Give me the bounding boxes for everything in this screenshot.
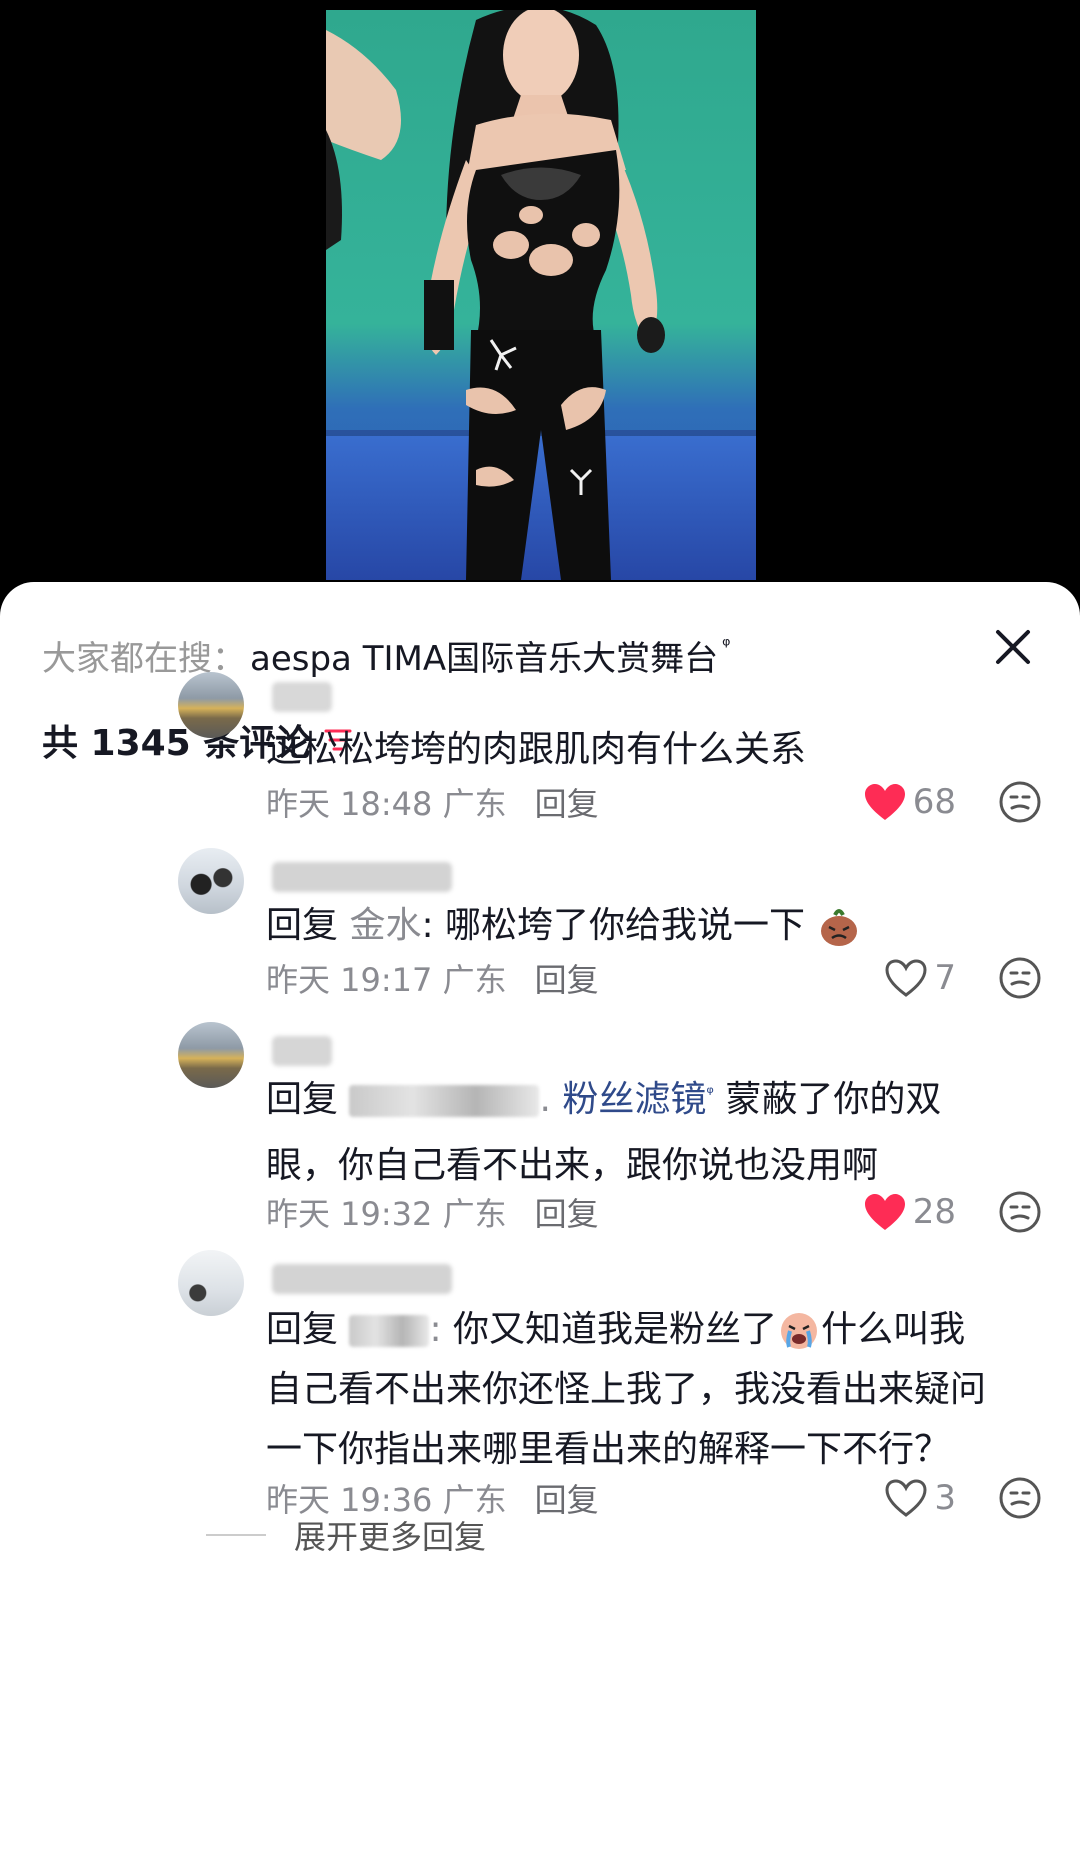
angry-sweet-potato-emoji xyxy=(820,909,857,946)
expand-more-label[interactable]: 展开更多回复 xyxy=(294,1512,486,1558)
like-button[interactable]: 68 xyxy=(863,778,956,826)
like-count: 3 xyxy=(934,1478,956,1518)
comment-meta: 昨天 19:32 广东 回复 xyxy=(266,1190,599,1234)
search-link[interactable]: 粉丝滤镜 xyxy=(562,1079,706,1120)
search-icon: ᵠ xyxy=(706,1083,714,1104)
comment-time: 昨天 18:48 xyxy=(266,785,433,823)
comment-meta: 昨天 18:48 广东 回复 xyxy=(266,780,599,824)
like-count: 7 xyxy=(934,958,956,998)
comment-time: 昨天 19:17 xyxy=(266,961,433,999)
reply-button[interactable]: 回复 xyxy=(535,955,599,1001)
comment-sheet: 大家都在搜： aespa TIMA国际音乐大赏舞台 ᵠ 共 1345 条评论 这… xyxy=(0,582,1080,1875)
username-redacted[interactable] xyxy=(272,1264,452,1294)
reply-button[interactable]: 回复 xyxy=(535,1189,599,1235)
crying-face-emoji xyxy=(781,1313,818,1349)
like-count: 68 xyxy=(912,782,956,822)
comment-time: 昨天 19:32 xyxy=(266,1195,433,1233)
comment-location: 广东 xyxy=(442,961,507,999)
like-button[interactable]: 28 xyxy=(863,1188,956,1236)
search-term[interactable]: aespa TIMA国际音乐大赏舞台 xyxy=(250,631,718,680)
avatar[interactable] xyxy=(178,672,244,738)
meh-face-icon[interactable] xyxy=(998,780,1042,824)
like-count: 28 xyxy=(912,1192,956,1232)
reply-to-username-redacted[interactable] xyxy=(349,1315,430,1347)
heart-outline-icon xyxy=(885,1479,927,1517)
comment-location: 广东 xyxy=(442,1195,507,1233)
comment-text: 这松松垮垮的肉跟肌肉有什么关系 xyxy=(266,729,807,770)
comment-location: 广东 xyxy=(442,785,507,823)
comment-meta: 昨天 19:17 广东 回复 xyxy=(266,956,599,1000)
expand-divider xyxy=(206,1534,266,1536)
username-redacted[interactable] xyxy=(272,1036,332,1066)
meh-face-icon[interactable] xyxy=(998,1476,1042,1520)
expand-more-replies[interactable]: 展开更多回复 xyxy=(206,1512,486,1558)
avatar[interactable] xyxy=(178,1250,244,1316)
heart-outline-icon xyxy=(885,959,927,997)
heart-filled-icon xyxy=(864,1194,905,1230)
like-button[interactable]: 3 xyxy=(884,1474,956,1522)
avatar[interactable] xyxy=(178,848,244,914)
comment-text: 回复 : 你又知道我是粉丝了 什么叫我 自己看不出来你还怪上我了，我没看出来疑问… xyxy=(266,1309,987,1470)
reply-to-username[interactable]: 金水 xyxy=(349,905,421,946)
username-redacted[interactable] xyxy=(272,682,332,712)
video-frame xyxy=(326,10,756,580)
avatar[interactable] xyxy=(178,1022,244,1088)
reply-button[interactable]: 回复 xyxy=(535,1475,599,1521)
video-player[interactable] xyxy=(0,0,1080,600)
reply-button[interactable]: 回复 xyxy=(535,779,599,825)
heart-filled-icon xyxy=(864,784,905,820)
close-icon[interactable] xyxy=(988,622,1038,672)
username-redacted[interactable] xyxy=(272,862,452,892)
comment-text: 回复 金水: 哪松垮了你给我说一下 xyxy=(266,896,1046,956)
trending-search-bar[interactable]: 大家都在搜： aespa TIMA国际音乐大赏舞台 ᵠ xyxy=(42,630,730,680)
meh-face-icon[interactable] xyxy=(998,1190,1042,1234)
like-button[interactable]: 7 xyxy=(884,954,956,1002)
reply-to-username-redacted[interactable] xyxy=(349,1085,540,1117)
comment-text: 回复 . 粉丝滤镜ᵠ 蒙蔽了你的双 眼，你自己看不出来，跟你说也没用啊 xyxy=(266,1079,942,1186)
search-icon: ᵠ xyxy=(722,633,731,657)
meh-face-icon[interactable] xyxy=(998,956,1042,1000)
performer-figure xyxy=(326,10,665,580)
